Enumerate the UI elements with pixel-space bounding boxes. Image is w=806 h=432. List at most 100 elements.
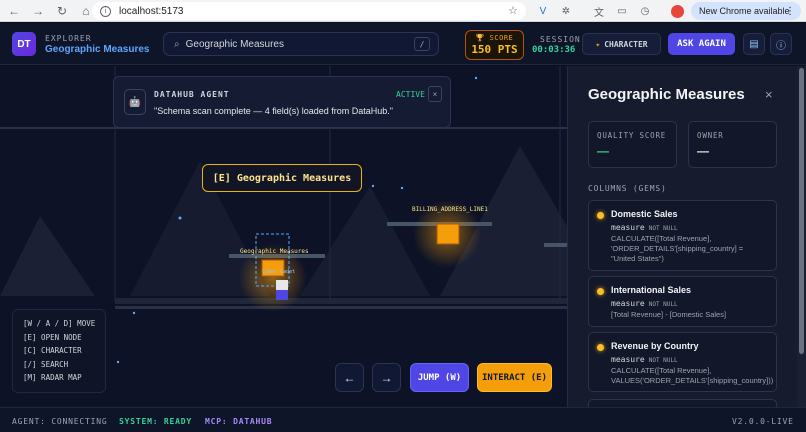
ask-again-button[interactable]: ASK AGAIN bbox=[668, 33, 735, 55]
history-icon[interactable]: ◷ bbox=[637, 3, 653, 19]
gem-icon bbox=[597, 212, 604, 219]
agent-toast: 🤖 DATAHUB AGENT "Schema scan complete — … bbox=[113, 76, 451, 128]
app-logo: DT bbox=[12, 32, 36, 56]
mcp-status: MCP: DATAHUB bbox=[205, 417, 273, 426]
move-right-button[interactable]: → bbox=[372, 363, 401, 392]
score-value: 150 PTS bbox=[471, 43, 518, 56]
brand-subtitle: EXPLORER bbox=[45, 34, 92, 43]
panel-close-icon[interactable]: × bbox=[765, 87, 773, 102]
interact-button[interactable]: INTERACT (E) bbox=[477, 363, 552, 392]
system-status: SYSTEM: READY bbox=[119, 417, 193, 426]
column-expression: CALCULATE([Total Revenue], VALUES('ORDER… bbox=[611, 366, 774, 385]
toast-close-button[interactable]: × bbox=[428, 86, 442, 102]
player-head bbox=[276, 280, 288, 290]
column-card[interactable]: Revenue by Country measure NOT NULL CALCU… bbox=[588, 332, 777, 392]
search-shortcut-key: / bbox=[414, 37, 430, 51]
new-chrome-label: New Chrome available bbox=[699, 6, 790, 16]
column-card[interactable]: Domestic Sales measure NOT NULL CALCULATE… bbox=[588, 200, 777, 271]
info-icon[interactable]: ⓘ bbox=[770, 33, 792, 55]
session-timer: 00:03:36 bbox=[532, 45, 576, 55]
character-icon: ✦ bbox=[595, 39, 601, 49]
bookmark-star-icon[interactable]: ☆ bbox=[508, 4, 518, 17]
brand-title: Geographic Measures bbox=[45, 44, 150, 55]
gem-icon bbox=[597, 288, 604, 295]
data-node-crate[interactable] bbox=[436, 223, 460, 245]
owner-card: OWNER — bbox=[688, 121, 777, 168]
star-dot bbox=[371, 184, 375, 188]
url-text: localhost:5173 bbox=[119, 5, 184, 17]
map-icon[interactable]: ▤ bbox=[743, 33, 765, 55]
control-hint: [M] RADAR MAP bbox=[23, 373, 82, 382]
jump-button[interactable]: JUMP (W) bbox=[410, 363, 469, 392]
profile-avatar[interactable] bbox=[669, 3, 685, 19]
column-card[interactable] bbox=[588, 399, 777, 407]
robot-icon: 🤖 bbox=[124, 89, 146, 115]
reload-icon[interactable]: ↻ bbox=[52, 1, 72, 21]
star-dot bbox=[474, 76, 478, 80]
column-type: measure bbox=[611, 223, 645, 232]
status-bar: AGENT: CONNECTING SYSTEM: READY MCP: DAT… bbox=[0, 407, 806, 432]
star-dot bbox=[132, 311, 136, 315]
control-hint: [W / A / D] MOVE bbox=[23, 319, 96, 328]
extensions-puzzle-icon[interactable]: ✲ bbox=[558, 3, 574, 19]
scrollbar-thumb[interactable] bbox=[799, 68, 804, 354]
browser-toolbar: ← → ↻ ⌂ i localhost:5173 ☆ V ✲ 文 ▭ ◷ New… bbox=[0, 0, 806, 22]
toast-status: ACTIVE bbox=[396, 90, 425, 99]
search-input[interactable]: ⌕ Geographic Measures / bbox=[163, 32, 439, 56]
star-dot bbox=[178, 216, 182, 220]
control-hint: [/] SEARCH bbox=[23, 359, 69, 369]
score-badge: 🏆 SCORE 150 PTS bbox=[465, 30, 524, 60]
toast-title: DATAHUB AGENT bbox=[154, 90, 230, 99]
column-name: Revenue by Country bbox=[611, 341, 699, 351]
quality-score-value: — bbox=[597, 144, 609, 158]
new-chrome-available-button[interactable]: New Chrome available ⋮ bbox=[691, 2, 801, 20]
interact-prompt: [E] Geographic Measures bbox=[202, 164, 362, 192]
column-expression: [Total Revenue] - [Domestic Sales] bbox=[611, 310, 727, 319]
ground-platform bbox=[115, 298, 567, 304]
game-canvas[interactable]: Geographic Measures BILLING_ADDRESS_LINE… bbox=[0, 66, 567, 407]
control-hint: [C] CHARACTER bbox=[23, 346, 82, 355]
column-name: Domestic Sales bbox=[611, 209, 678, 219]
forward-icon[interactable]: → bbox=[28, 1, 48, 21]
translate-icon[interactable]: 文 bbox=[591, 3, 607, 19]
column-nullability: NOT NULL bbox=[648, 225, 678, 232]
agent-status: AGENT: CONNECTING bbox=[12, 417, 108, 426]
search-value: Geographic Measures bbox=[185, 38, 284, 50]
back-icon[interactable]: ← bbox=[4, 1, 24, 21]
panel-scrollbar[interactable] bbox=[797, 66, 806, 407]
panel-title: Geographic Measures bbox=[588, 86, 745, 103]
node-label: Geographic Measures bbox=[240, 248, 309, 255]
node-label: BILLING_ADDRESS_LINE1 bbox=[412, 206, 488, 213]
site-info-icon[interactable]: i bbox=[100, 5, 111, 17]
mountain-shape bbox=[0, 216, 95, 296]
app-header: DT EXPLORER Geographic Measures ⌕ Geogra… bbox=[0, 23, 806, 65]
controls-legend: [W / A / D] MOVE [E] OPEN NODE [C] CHARA… bbox=[12, 309, 106, 393]
toast-message: "Schema scan complete — 4 field(s) loade… bbox=[154, 106, 393, 116]
platform bbox=[544, 243, 567, 247]
character-button[interactable]: ✦ CHARACTER bbox=[582, 33, 661, 55]
character-button-label: CHARACTER bbox=[604, 39, 648, 49]
column-name: International Sales bbox=[611, 285, 692, 295]
control-hint: [E] OPEN NODE bbox=[23, 332, 82, 342]
column-expression: CALCULATE([Total Revenue], 'ORDER_DETAIL… bbox=[611, 234, 744, 263]
vpn-extension-icon[interactable]: V bbox=[535, 3, 551, 19]
owner-label: OWNER bbox=[697, 131, 724, 140]
column-type: measure bbox=[611, 299, 645, 308]
details-panel: Geographic Measures × QUALITY SCORE — OW… bbox=[567, 66, 797, 407]
quality-score-label: QUALITY SCORE bbox=[597, 131, 667, 140]
address-bar[interactable]: i localhost:5173 ☆ bbox=[92, 2, 526, 20]
trophy-icon: 🏆 bbox=[475, 34, 485, 42]
star-dot bbox=[400, 186, 404, 190]
move-left-button[interactable]: ← bbox=[335, 363, 364, 392]
column-type: measure bbox=[611, 355, 645, 364]
star-dot bbox=[116, 360, 120, 364]
reading-mode-icon[interactable]: ▭ bbox=[614, 3, 630, 19]
more-menu-icon[interactable]: ⋮ bbox=[785, 6, 795, 17]
column-card[interactable]: International Sales measure NOT NULL [Tot… bbox=[588, 276, 777, 327]
version-label: V2.0.0-LIVE bbox=[732, 417, 794, 426]
search-icon: ⌕ bbox=[174, 38, 180, 50]
column-nullability: NOT NULL bbox=[648, 357, 678, 364]
column-nullability: NOT NULL bbox=[648, 301, 678, 308]
mountain-shape bbox=[300, 186, 430, 296]
quality-score-card: QUALITY SCORE — bbox=[588, 121, 677, 168]
